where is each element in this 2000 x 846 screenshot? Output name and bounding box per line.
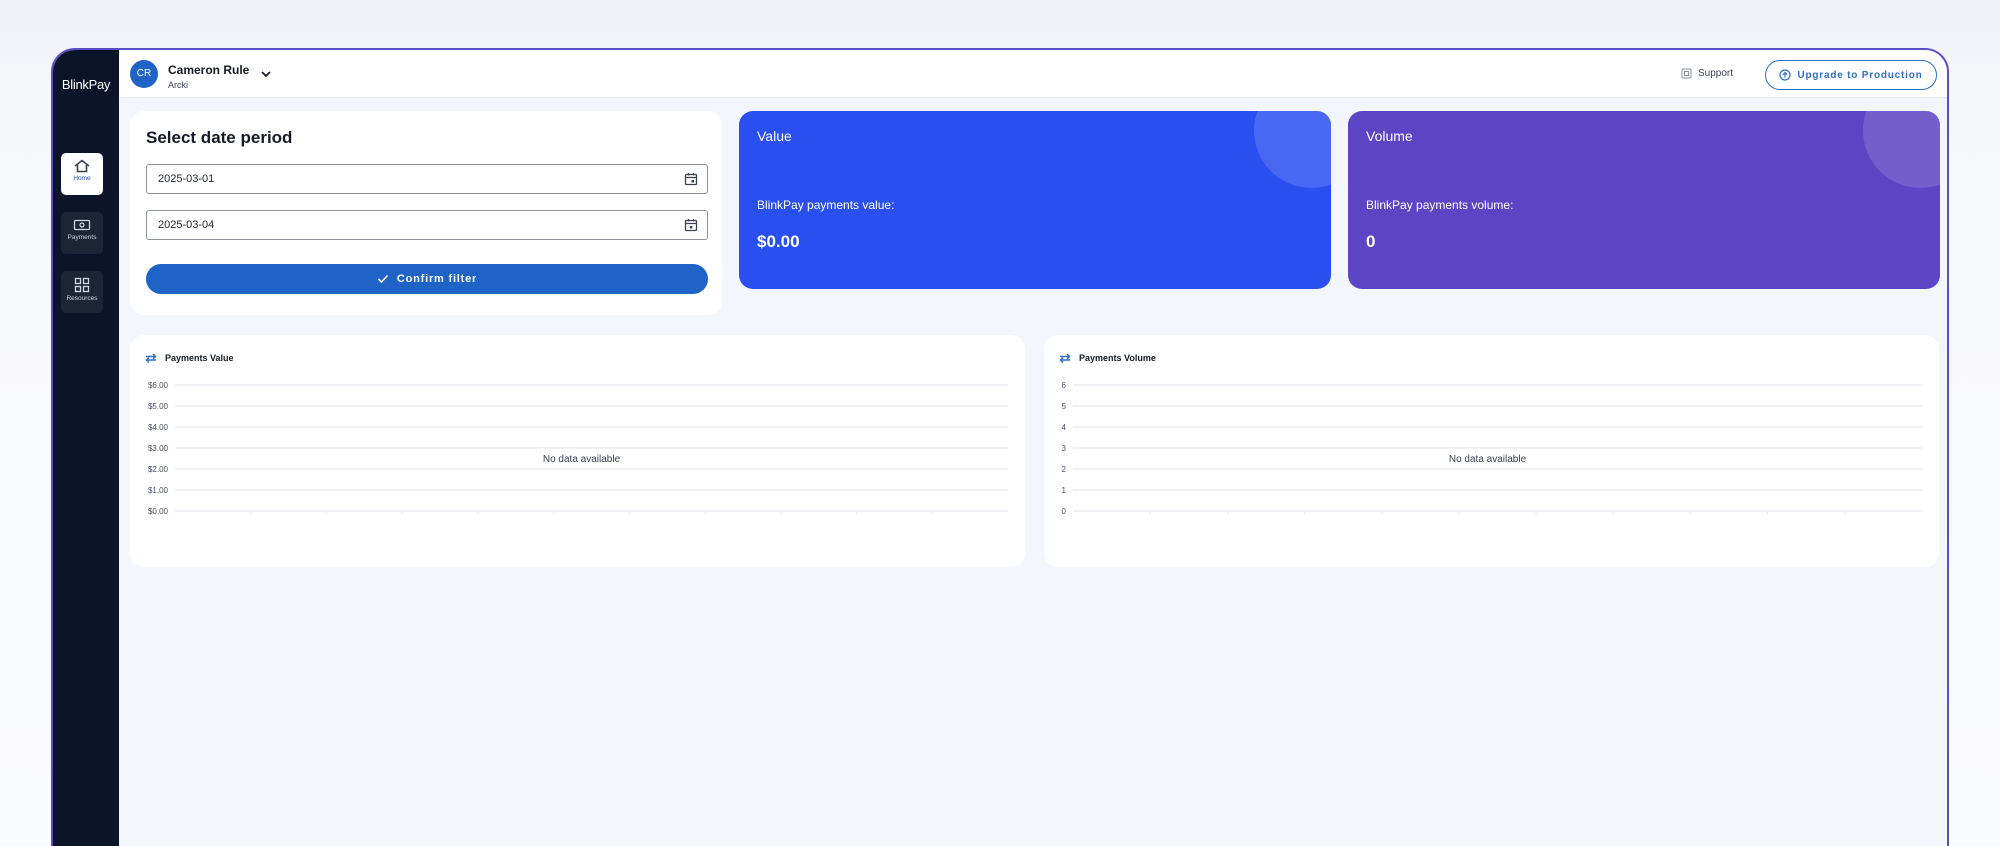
y-tick-label: 5 xyxy=(1062,402,1067,411)
user-name[interactable]: Cameron Rule xyxy=(168,63,249,77)
y-tick-label: $4.00 xyxy=(148,423,169,432)
arrow-up-circle-icon xyxy=(1779,69,1792,81)
logo-text-a: Blink xyxy=(61,77,89,92)
blinkpay-logo[interactable]: BlinkPay xyxy=(61,77,111,92)
y-tick-label: 0 xyxy=(1062,507,1067,516)
avatar[interactable]: CR xyxy=(130,60,158,88)
value-card-subtitle: BlinkPay payments value: xyxy=(757,198,895,212)
y-tick-label: $2.00 xyxy=(148,465,169,474)
decorative-circle xyxy=(1863,111,1940,188)
upgrade-to-production-button[interactable]: Upgrade to Production xyxy=(1765,60,1937,90)
y-tick-label: $3.00 xyxy=(148,444,169,453)
sidebar-item-resources[interactable]: Resources xyxy=(61,271,103,313)
start-date-value: 2025-03-01 xyxy=(158,173,215,185)
volume-card-subtitle: BlinkPay payments volume: xyxy=(1366,198,1514,212)
sidebar-item-home[interactable]: Home xyxy=(61,153,103,195)
y-tick-label: $6.00 xyxy=(148,381,169,390)
confirm-filter-button[interactable]: Confirm filter xyxy=(146,264,708,294)
y-tick-label: 4 xyxy=(1062,423,1067,432)
y-tick-label: 1 xyxy=(1062,486,1067,495)
sidebar-item-payments[interactable]: Payments xyxy=(61,212,103,254)
volume-card-amount: 0 xyxy=(1366,232,1376,251)
calendar-icon[interactable] xyxy=(684,172,698,186)
organization-name: Arcki xyxy=(168,80,188,90)
sidebar-item-label: Resources xyxy=(66,295,98,302)
y-tick-label: 2 xyxy=(1062,465,1067,474)
y-tick-label: $0.00 xyxy=(148,507,169,516)
top-bar: CR Cameron Rule Arcki Support Upgrade to… xyxy=(119,50,1947,98)
empty-chart-message: No data available xyxy=(1449,454,1527,465)
check-icon xyxy=(377,274,388,284)
confirm-filter-label: Confirm filter xyxy=(396,273,478,285)
end-date-value: 2025-03-04 xyxy=(158,219,215,231)
empty-chart-message: No data available xyxy=(543,454,621,465)
sidebar-item-label: Home xyxy=(73,175,91,182)
calendar-icon[interactable] xyxy=(684,218,698,232)
value-stat-card: Value BlinkPay payments value: $0.00 xyxy=(739,111,1331,289)
home-icon xyxy=(74,159,90,173)
chevron-down-icon[interactable] xyxy=(260,69,272,79)
upgrade-label: Upgrade to Production xyxy=(1797,69,1923,81)
payments-icon xyxy=(73,219,91,231)
sidebar: BlinkPay Home Payments Resources xyxy=(53,50,119,846)
support-icon xyxy=(1681,68,1692,79)
value-card-title: Value xyxy=(757,128,792,144)
payments-volume-chart: 0 1 2 3 4 5 6 No data available xyxy=(1062,381,1922,516)
payments-value-chart: $0.00 $1.00 $2.00 $3.00 $4.00 $5.00 $6.00 No da… xyxy=(148,381,1008,516)
date-period-card: Select date period 2025-03-01 2025-03-04… xyxy=(130,111,722,315)
y-tick-label: 6 xyxy=(1062,381,1067,390)
payments-volume-chart-card: Payments Volume 0 1 2 3 4 5 6 No data available xyxy=(1044,335,1939,567)
support-link[interactable]: Support xyxy=(1681,68,1733,79)
value-card-amount: $0.00 xyxy=(757,232,800,251)
volume-stat-card: Volume BlinkPay payments volume: 0 xyxy=(1348,111,1940,289)
logo-text-b: Pay xyxy=(88,77,111,92)
resources-icon xyxy=(74,277,90,293)
end-date-input[interactable]: 2025-03-04 xyxy=(146,210,708,240)
decorative-circle xyxy=(1254,111,1331,188)
sidebar-item-label: Payments xyxy=(67,234,97,241)
volume-card-title: Volume xyxy=(1366,128,1413,144)
y-tick-label: 3 xyxy=(1062,444,1067,453)
y-tick-label: $5.00 xyxy=(148,402,169,411)
y-tick-label: $1.00 xyxy=(148,486,169,495)
date-period-title: Select date period xyxy=(146,128,293,147)
app-frame: BlinkPay Home Payments Resources CR Came… xyxy=(51,48,1949,846)
payments-value-chart-card: Payments Value $0.00 $1.00 $2.00 $3.00 $4.00… xyxy=(130,335,1025,567)
support-label: Support xyxy=(1697,68,1733,79)
start-date-input[interactable]: 2025-03-01 xyxy=(146,164,708,194)
